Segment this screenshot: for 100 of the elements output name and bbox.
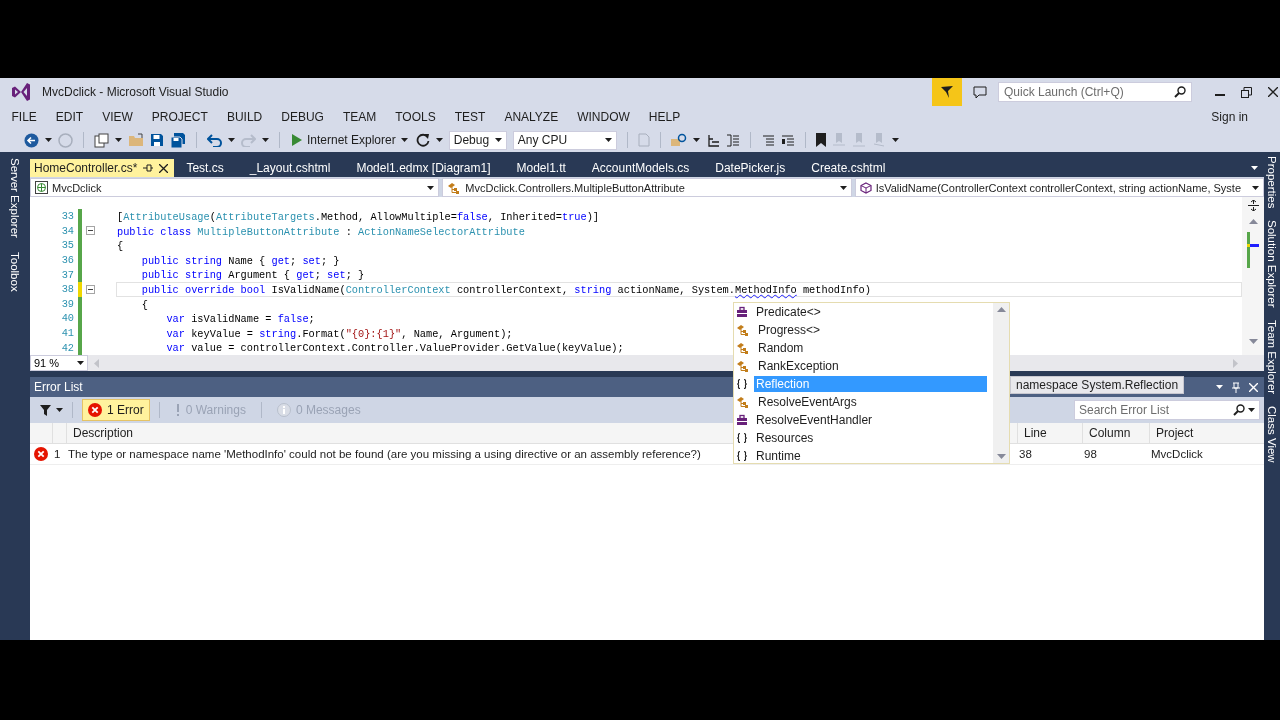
document-tab[interactable]: HomeController.cs*	[30, 159, 175, 177]
scroll-down-icon[interactable]	[996, 454, 1006, 459]
document-tab[interactable]: DatePicker.js	[711, 159, 808, 177]
table-cell: 1	[54, 448, 61, 460]
menu-item[interactable]: TEST	[445, 110, 495, 124]
caret-icon[interactable]	[604, 138, 612, 142]
column-header[interactable]: Column	[1089, 426, 1131, 440]
caret-icon[interactable]	[692, 138, 700, 142]
briefcase-icon	[736, 414, 748, 426]
filter-toggle[interactable]: 1 Error	[82, 399, 150, 421]
menu-item[interactable]: TEAM	[333, 110, 386, 124]
platform-dropdown[interactable]: Any CPU	[512, 130, 617, 150]
menu-item[interactable]: ANALYZE	[494, 110, 568, 124]
window-menu-icon[interactable]	[1216, 385, 1223, 389]
change-overview-drawing	[1247, 232, 1259, 268]
caret-icon[interactable]	[1252, 185, 1259, 190]
caret-icon[interactable]	[262, 138, 269, 142]
document-tab[interactable]: Test.cs	[182, 159, 246, 177]
document-tab[interactable]: Model1.tt	[512, 159, 588, 177]
document-tab[interactable]: _Layout.cshtml	[245, 159, 353, 177]
table-cell: The type or namespace name 'MethodInfo' could not be found (are you missing a using directive or an assembly reference?)	[68, 448, 701, 460]
restore-icon[interactable]	[1241, 86, 1252, 98]
caret-icon[interactable]	[45, 138, 52, 142]
quick-launch-field[interactable]: Quick Launch (Ctrl+Q)	[998, 82, 1192, 102]
vertical-scrollbar[interactable]	[1242, 197, 1264, 355]
menu-item[interactable]: TOOLS	[385, 110, 446, 124]
start-debugging-button[interactable]: Internet Explorer	[290, 133, 410, 147]
menu-item[interactable]: EDIT	[46, 110, 93, 124]
scroll-down-icon[interactable]	[1248, 339, 1258, 344]
speech-bubble-icon[interactable]	[973, 85, 987, 99]
document-tab[interactable]: Create.cshtml	[807, 159, 908, 177]
column-header[interactable]: Line	[1024, 426, 1047, 440]
menu-item[interactable]: BUILD	[217, 110, 272, 124]
completion-item[interactable]: Predicate<>	[734, 303, 993, 321]
tool-window-tab[interactable]: Team Explorer	[1266, 320, 1278, 395]
split-icon[interactable]	[1247, 200, 1259, 211]
caret-icon[interactable]	[891, 138, 899, 142]
configuration-dropdown[interactable]: Debug	[448, 130, 507, 150]
completion-item[interactable]: Resources	[734, 429, 993, 447]
sign-in-link[interactable]: Sign in	[1211, 110, 1248, 124]
pin-icon[interactable]	[143, 163, 154, 173]
caret-icon[interactable]	[427, 185, 435, 190]
completion-item[interactable]: RankException	[734, 357, 993, 375]
caret-icon[interactable]	[1248, 408, 1255, 412]
caret-icon[interactable]	[228, 138, 235, 142]
find-icon[interactable]	[670, 133, 687, 147]
tool-window-tab[interactable]: Toolbox	[9, 251, 21, 292]
scroll-up-icon[interactable]	[996, 307, 1006, 312]
navigation-dropdown[interactable]: MvcDclick	[30, 178, 440, 197]
caret-icon[interactable]	[400, 138, 408, 142]
completion-item[interactable]: Progress<>	[734, 321, 993, 339]
menu-item[interactable]: WINDOW	[567, 110, 640, 124]
document-tab[interactable]: AccountModels.cs	[587, 159, 712, 177]
menu-item[interactable]: VIEW	[92, 110, 143, 124]
save-icon[interactable]	[150, 133, 164, 147]
undo-icon[interactable]	[207, 133, 222, 147]
braces-icon	[736, 432, 748, 444]
collapse-icon[interactable]	[86, 284, 95, 294]
tool-window-tab[interactable]: Server Explorer	[9, 158, 21, 238]
filter-icon[interactable]	[40, 404, 51, 416]
caret-icon[interactable]	[77, 361, 84, 365]
outdent-icon[interactable]	[725, 133, 740, 147]
menu-item[interactable]: HELP	[639, 110, 690, 124]
tool-window-tab[interactable]: Class View	[1266, 406, 1278, 463]
navigation-dropdown[interactable]: IsValidName(ControllerContext controllerContext, string actionName, Syste	[854, 178, 1264, 197]
notification-button[interactable]	[932, 78, 962, 106]
indent-icon[interactable]	[705, 133, 720, 147]
save-all-icon[interactable]	[170, 132, 186, 148]
completion-item[interactable]: ResolveEventArgs	[734, 393, 993, 411]
column-header[interactable]: Description	[73, 426, 134, 440]
document-tab[interactable]: Model1.edmx [Diagram1]	[352, 159, 513, 177]
menu-item[interactable]: DEBUG	[271, 110, 334, 124]
zoom-dropdown[interactable]: 91 %	[30, 355, 88, 371]
close-icon[interactable]	[159, 163, 169, 173]
tool-window-tab[interactable]: Properties	[1266, 156, 1278, 209]
caret-icon[interactable]	[435, 138, 443, 142]
refresh-icon[interactable]	[415, 133, 430, 147]
close-icon[interactable]	[1268, 87, 1278, 97]
tab-list-icon[interactable]	[1251, 166, 1258, 170]
completion-item[interactable]: Runtime	[734, 447, 993, 465]
bookmark-icon[interactable]	[815, 133, 826, 147]
menu-item[interactable]: PROJECT	[142, 110, 218, 124]
uncomment-icon[interactable]	[780, 134, 795, 146]
caret-icon[interactable]	[839, 185, 847, 190]
comment-icon[interactable]	[760, 134, 775, 146]
navigation-dropdown[interactable]: MvcDclick.Controllers.MultipleButtonAttribute	[442, 178, 852, 197]
back-icon[interactable]	[24, 132, 39, 148]
caret-icon[interactable]	[115, 138, 122, 142]
menu-item[interactable]: FILE	[2, 110, 47, 124]
caret-icon[interactable]	[494, 138, 502, 142]
search-field[interactable]: Search Error List	[1074, 400, 1260, 420]
caret-icon[interactable]	[56, 408, 63, 412]
completion-item[interactable]: ResolveEventHandler	[734, 411, 993, 429]
search-icon	[1174, 86, 1186, 98]
new-project-icon[interactable]	[94, 132, 109, 148]
collapse-icon[interactable]	[86, 226, 95, 236]
scroll-up-icon[interactable]	[1248, 219, 1258, 224]
column-header[interactable]: Project	[1156, 426, 1194, 440]
tool-window-tab[interactable]: Solution Explorer	[1266, 220, 1278, 308]
completion-item[interactable]: Random	[734, 339, 993, 357]
